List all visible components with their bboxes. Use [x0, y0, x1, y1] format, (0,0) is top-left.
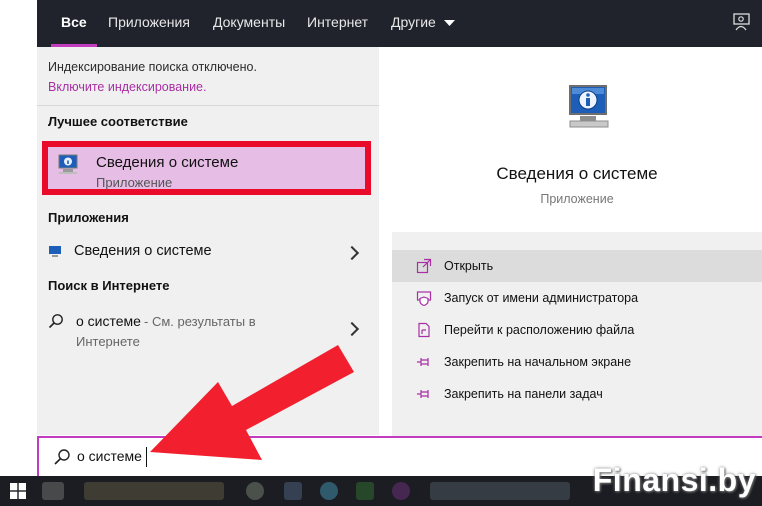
windows-start-icon[interactable] [10, 483, 26, 499]
search-input[interactable]: о системе [77, 448, 142, 464]
chevron-down-icon [443, 19, 455, 26]
pin-icon [417, 390, 429, 398]
taskbar-app-icon[interactable] [356, 482, 374, 500]
open-icon [416, 258, 432, 274]
taskbar-app-icon[interactable] [392, 482, 410, 500]
taskbar-app-button[interactable] [430, 482, 570, 500]
action-label: Запуск от имени администратора [444, 291, 639, 305]
search-scope-tabs: Все Приложения Документы Интернет Другие [37, 0, 762, 47]
watermark: Finansi.by [592, 462, 756, 498]
tab-all[interactable]: Все [51, 0, 97, 47]
best-match-subtitle: Приложение [96, 175, 173, 190]
app-preview-card: Сведения о системе Приложение [392, 60, 762, 232]
web-search-header: Поиск в Интернете [48, 278, 170, 293]
action-open[interactable]: Открыть [392, 250, 762, 282]
chevron-right-icon[interactable] [344, 321, 360, 337]
detail-pane: Сведения о системе Приложение Открыть За… [392, 60, 762, 436]
action-label: Перейти к расположению файла [444, 323, 635, 337]
tab-documents[interactable]: Документы [213, 0, 285, 47]
app-result-title: Сведения о системе [74, 243, 212, 259]
system-info-icon [58, 154, 78, 174]
chevron-right-icon[interactable] [344, 245, 360, 261]
taskbar-app-icon[interactable] [246, 482, 264, 500]
action-open-file-location[interactable]: Перейти к расположению файла [392, 314, 762, 346]
pin-icon [417, 358, 429, 366]
shield-icon [416, 291, 432, 306]
taskbar-app-button[interactable] [84, 482, 224, 500]
web-hint-line2: Интернете [76, 334, 140, 349]
divider [37, 105, 379, 106]
best-match-item[interactable]: Сведения о системе Приложение [42, 141, 371, 195]
system-info-icon [569, 85, 609, 128]
enable-indexing-link[interactable]: Включите индексирование. [48, 80, 206, 94]
feedback-icon[interactable] [732, 12, 754, 32]
text-caret [146, 447, 147, 467]
search-icon [48, 314, 63, 329]
system-info-icon [49, 246, 61, 257]
action-pin-to-taskbar[interactable]: Закрепить на панели задач [392, 378, 762, 410]
results-pane: Индексирование поиска отключено. Включит… [37, 47, 379, 435]
taskbar-app-icon[interactable] [320, 482, 338, 500]
web-hint: - См. результаты в [144, 314, 256, 329]
indexing-notice: Индексирование поиска отключено. [48, 60, 257, 74]
desktop-background [0, 0, 37, 476]
web-result-item[interactable]: о системе - См. результаты в Интернете [37, 305, 379, 353]
app-title: Сведения о системе [496, 164, 658, 183]
app-type: Приложение [540, 192, 614, 206]
app-result-item[interactable]: Сведения о системе [37, 235, 379, 267]
apps-header: Приложения [48, 210, 129, 225]
action-run-as-admin[interactable]: Запуск от имени администратора [392, 282, 762, 314]
file-location-icon [418, 322, 430, 338]
action-pin-to-start[interactable]: Закрепить на начальном экране [392, 346, 762, 378]
web-query: о системе [76, 313, 141, 329]
action-label: Открыть [444, 259, 494, 273]
taskbar-app-icon[interactable] [284, 482, 302, 500]
taskbar-app-icon[interactable] [42, 482, 64, 500]
tab-web[interactable]: Интернет [307, 0, 368, 47]
tab-apps[interactable]: Приложения [108, 0, 190, 47]
tab-more[interactable]: Другие [391, 0, 455, 47]
action-label: Закрепить на панели задач [444, 387, 603, 401]
tab-more-label: Другие [391, 14, 436, 30]
search-icon [54, 449, 70, 465]
best-match-header: Лучшее соответствие [48, 114, 188, 129]
best-match-title: Сведения о системе [96, 154, 239, 171]
action-label: Закрепить на начальном экране [444, 355, 632, 369]
